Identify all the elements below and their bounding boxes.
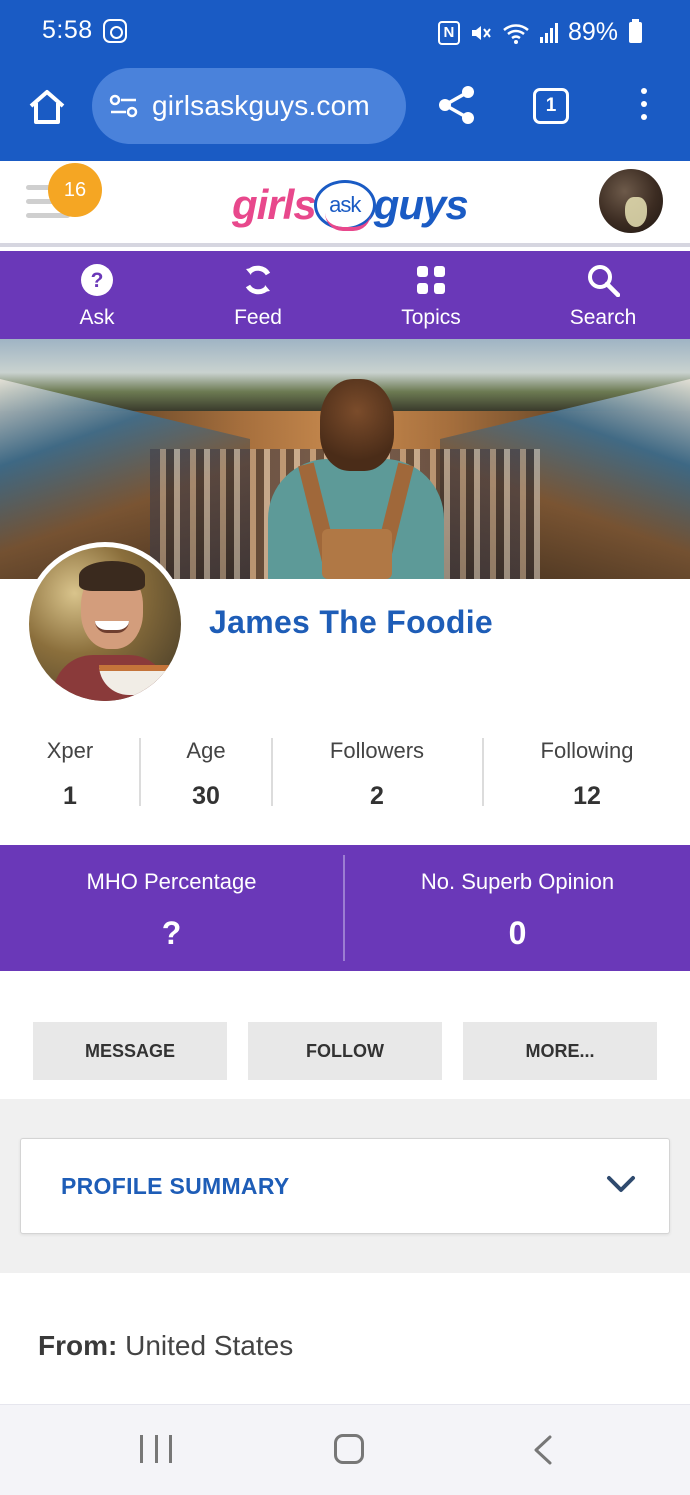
site-settings-icon[interactable]: [108, 92, 140, 120]
stat-value: 1: [63, 782, 77, 810]
metric-superb-opinion: No. Superb Opinion 0: [345, 869, 690, 952]
metric-value: ?: [161, 915, 182, 951]
chevron-down-icon[interactable]: [606, 1173, 636, 1195]
user-avatar[interactable]: [599, 169, 663, 233]
stat-value: 2: [370, 782, 384, 810]
question-icon: ?: [81, 264, 113, 296]
system-nav-bar: [0, 1404, 690, 1495]
nav-ask[interactable]: ? Ask: [37, 251, 157, 339]
metric-mho-percentage: MHO Percentage ?: [0, 869, 343, 952]
message-button[interactable]: MESSAGE: [33, 1022, 227, 1080]
status-time: 5:58: [42, 16, 93, 44]
stat-divider: [139, 738, 141, 806]
stat-label: Following: [540, 738, 634, 763]
home-icon[interactable]: [26, 86, 68, 128]
metric-value: 0: [508, 915, 527, 951]
logo-guys: guys: [373, 181, 469, 228]
more-options-icon[interactable]: [634, 88, 654, 126]
stat-label: Age: [186, 738, 226, 763]
grid-icon: [417, 266, 445, 294]
metric-label: No. Superb Opinion: [420, 869, 615, 894]
nav-search[interactable]: Search: [543, 251, 663, 339]
nav-ask-label: Ask: [79, 306, 115, 329]
follow-button[interactable]: FOLLOW: [248, 1022, 442, 1080]
nav-feed[interactable]: Feed: [198, 251, 318, 339]
mute-icon: [471, 25, 491, 40]
stat-value: 30: [192, 782, 220, 810]
instagram-icon: [103, 19, 127, 43]
nav-topics[interactable]: Topics: [371, 251, 491, 339]
signal-icon: [539, 22, 558, 43]
nav-topics-label: Topics: [401, 306, 461, 329]
logo-ask: ask: [313, 180, 376, 231]
url-text: girlsaskguys.com: [152, 90, 370, 121]
profile-avatar: [24, 542, 186, 706]
search-icon: [588, 265, 620, 297]
notification-badge[interactable]: 16: [48, 163, 102, 217]
profile-stats: Xper 1 Age 30 Followers 2 Following 12: [0, 720, 690, 830]
nfc-icon: N: [437, 20, 460, 45]
tab-switcher-button[interactable]: 1: [533, 88, 569, 124]
stat-label: Xper: [46, 738, 94, 763]
status-bar: 5:58 N 89%: [0, 0, 690, 66]
svg-text:?: ?: [91, 269, 104, 292]
feed-icon: [245, 265, 271, 295]
wifi-icon: [503, 23, 529, 44]
battery-icon: [629, 19, 642, 43]
from-value: United States: [125, 1330, 294, 1361]
stat-age: Age 30: [166, 738, 246, 811]
site-logo[interactable]: girls ask guys: [232, 173, 469, 237]
battery-percent: 89%: [567, 18, 618, 46]
logo-girls: girls: [232, 181, 317, 228]
share-icon[interactable]: [436, 84, 478, 126]
stat-divider: [271, 738, 273, 806]
more-button[interactable]: MORE...: [463, 1022, 657, 1080]
profile-name: James The Foodie: [209, 604, 493, 640]
back-icon[interactable]: [530, 1435, 556, 1465]
home-button-icon[interactable]: [334, 1434, 364, 1464]
nav-feed-label: Feed: [234, 306, 282, 329]
main-nav: ? Ask Feed Topics Search: [0, 251, 690, 339]
status-icons: N 89%: [437, 18, 642, 47]
stat-label: Followers: [329, 738, 425, 763]
site-header: 16 girls ask guys: [0, 161, 690, 247]
from-label: From:: [38, 1330, 118, 1361]
profile-summary-title: PROFILE SUMMARY: [61, 1173, 290, 1199]
stat-value: 12: [573, 782, 601, 810]
profile-location: From: United States: [38, 1330, 293, 1362]
stat-xper[interactable]: Xper 1: [34, 738, 106, 811]
recent-apps-icon[interactable]: [140, 1435, 172, 1463]
stat-divider: [482, 738, 484, 806]
address-bar[interactable]: girlsaskguys.com: [92, 68, 406, 144]
stat-followers[interactable]: Followers 2: [312, 738, 442, 811]
browser-toolbar: girlsaskguys.com 1: [0, 66, 690, 161]
metric-label: MHO Percentage: [86, 869, 257, 894]
stat-following[interactable]: Following 12: [520, 738, 654, 811]
nav-search-label: Search: [569, 306, 637, 329]
profile-summary-card[interactable]: PROFILE SUMMARY: [20, 1138, 670, 1234]
profile-metrics: MHO Percentage ? No. Superb Opinion 0: [0, 845, 690, 971]
